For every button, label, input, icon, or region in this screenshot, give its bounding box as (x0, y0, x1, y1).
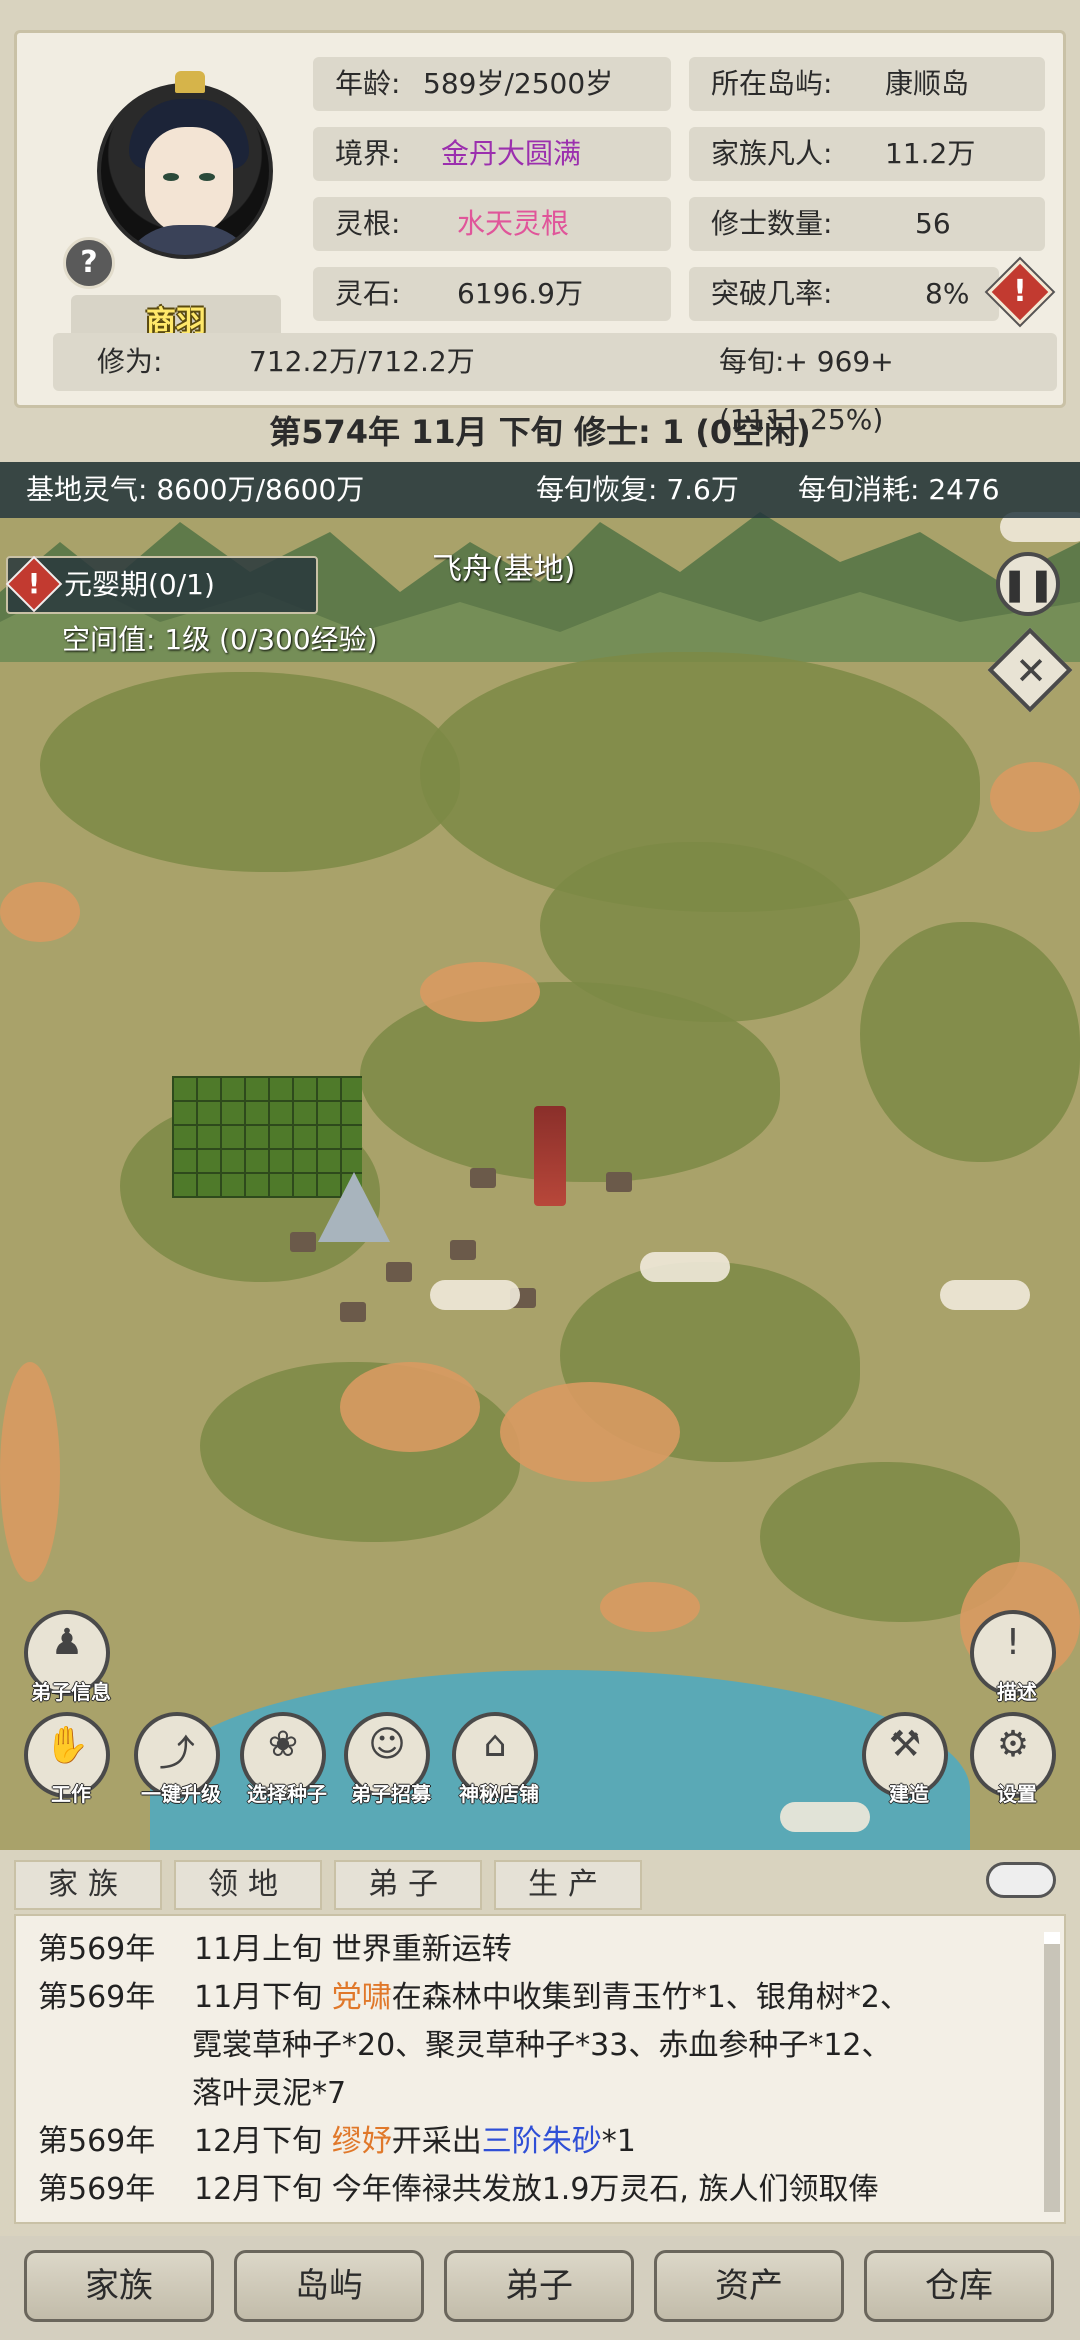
hand-icon: ✋ (44, 1725, 90, 1766)
pagoda-building[interactable] (534, 1106, 566, 1206)
pause-button[interactable]: ❚❚ (996, 552, 1060, 616)
list-item-continuation: 霓裳草种子*20、聚灵草种子*33、赤血参种子*12、 (192, 2028, 892, 2063)
tab-disciples[interactable]: 弟子 (334, 1860, 482, 1910)
list-item: 第569年 11月下旬 党啸在森林中收集到青玉竹*1、银角树*2、 (38, 1980, 910, 2015)
nav-disciples[interactable]: 弟子 (444, 2250, 634, 2322)
disciple-icon: ♟ (50, 1622, 84, 1663)
log-toggle-icon[interactable] (986, 1862, 1056, 1898)
island-stat: 所在岛屿: 康顺岛 (689, 57, 1045, 111)
space-value-label: 空间值: 1级 (0/300经验) (62, 623, 378, 656)
build-button[interactable]: ⚒ 建造 (862, 1712, 948, 1806)
age-stat: 年龄: 589岁/2500岁 (313, 57, 671, 111)
log-scrollbar[interactable] (1044, 1932, 1060, 2212)
status-panel: ? 商羽 年龄: 589岁/2500岁 境界: 金丹大圆满 灵根: 水天灵根 灵… (14, 30, 1066, 436)
seed-icon: ❀ (267, 1724, 299, 1765)
nav-assets[interactable]: 资产 (654, 2250, 844, 2322)
realm-stat: 境界: 金丹大圆满 (313, 127, 671, 181)
rock-mountain[interactable] (318, 1172, 390, 1242)
character-portrait[interactable] (83, 57, 283, 277)
nav-warehouse[interactable]: 仓库 (864, 2250, 1054, 2322)
event-log[interactable]: 第569年 11月上旬 世界重新运转 第569年 11月下旬 党啸在森林中收集到青玉… (14, 1914, 1066, 2224)
tab-production[interactable]: 生产 (494, 1860, 642, 1910)
hammer-icon: ⚒ (888, 1724, 922, 1765)
cultivators-stat: 修士数量: 56 (689, 197, 1045, 251)
date-status-line: 第574年 11月 下旬 修士: 1 (0空闲) (269, 413, 811, 451)
person-icon: ☺ (368, 1724, 406, 1765)
exclamation-icon: ! (27, 567, 41, 600)
tab-family[interactable]: 家族 (14, 1860, 162, 1910)
avatar[interactable] (97, 83, 273, 259)
exclamation-icon: ! (1013, 274, 1027, 309)
list-item: 第569年 11月上旬 世界重新运转 (38, 1932, 512, 1967)
nav-island[interactable]: 岛屿 (234, 2250, 424, 2322)
scroll-icon: ⤴ (158, 1733, 195, 1774)
exclamation-icon: ! (1005, 1622, 1021, 1663)
breakthrough-stat: 突破几率: 8% (689, 267, 999, 321)
base-name-label: 飞舟(基地) (432, 552, 576, 587)
base-map[interactable]: 基地灵气: 8600万/8600万 每旬恢复: 7.6万 每旬消耗: 2476 … (0, 462, 1080, 1850)
list-item-continuation: 落叶灵泥*7 (192, 2076, 347, 2111)
list-item: 第569年 12月下旬 今年俸禄共发放1.9万灵石, 族人们领取俸 (38, 2172, 879, 2207)
upgrade-all-button[interactable]: ⤴ 一键升级 (134, 1712, 221, 1806)
mystery-shop-button[interactable]: ⌂ 神秘店铺 (452, 1712, 539, 1806)
gear-icon: ⚙ (996, 1724, 1030, 1765)
building[interactable] (340, 1302, 366, 1322)
recruit-button[interactable]: ☺ 弟子招募 (344, 1712, 431, 1806)
tab-territory[interactable]: 领地 (174, 1860, 322, 1910)
building[interactable] (386, 1262, 412, 1282)
choose-seed-button[interactable]: ❀ 选择种子 (240, 1712, 327, 1806)
building[interactable] (606, 1172, 632, 1192)
work-button[interactable]: ✋ 工作 (24, 1712, 110, 1806)
settings-button[interactable]: ⚙ 设置 (970, 1712, 1056, 1806)
building[interactable] (450, 1240, 476, 1260)
describe-button[interactable]: ! 描述 (970, 1610, 1056, 1704)
spirit-root-stat: 灵根: 水天灵根 (313, 197, 671, 251)
building[interactable] (290, 1232, 316, 1252)
shop-icon: ⌂ (483, 1724, 507, 1765)
mortals-stat: 家族凡人: 11.2万 (689, 127, 1045, 181)
list-item: 第569年 12月下旬 缪妤开采出三阶朱砂*1 (38, 2124, 636, 2159)
bottom-nav: 家族 岛屿 弟子 资产 仓库 (0, 2236, 1080, 2340)
nav-family[interactable]: 家族 (24, 2250, 214, 2322)
cultivation-bar: 修为: 712.2万/712.2万 每旬:+ 969+(1111.25%) (53, 333, 1057, 436)
log-scroll-thumb[interactable] (1044, 1932, 1060, 1944)
building[interactable] (470, 1168, 496, 1188)
help-button[interactable]: ? (63, 237, 115, 289)
spirit-stones-stat: 灵石: 6196.9万 (313, 267, 671, 321)
disciple-info-button[interactable]: ♟ 弟子信息 (24, 1610, 111, 1704)
spirit-qi-bar: 基地灵气: 8600万/8600万 每旬恢复: 7.6万 每旬消耗: 2476 (0, 462, 1080, 518)
close-icon: ✕ (1015, 649, 1047, 693)
crown-icon (175, 71, 205, 93)
